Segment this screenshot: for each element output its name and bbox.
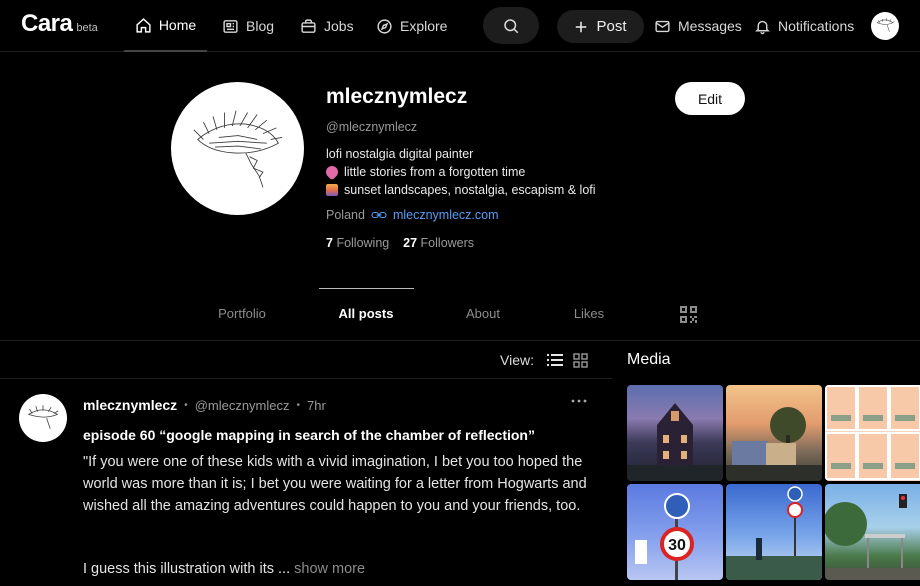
profile-stats: 7 Following 27 Followers xyxy=(326,236,474,250)
profile-location-row: Poland mlecznymlecz.com xyxy=(326,208,499,222)
svg-text:30: 30 xyxy=(668,537,686,554)
post-author-handle[interactable]: @mlecznymlecz xyxy=(195,398,290,413)
grid-view-button[interactable] xyxy=(573,353,588,373)
search-button[interactable] xyxy=(483,7,539,44)
nav-jobs-label: Jobs xyxy=(324,18,354,34)
nav-notifications[interactable]: Notifications xyxy=(754,0,854,52)
nav-notifications-label: Notifications xyxy=(778,18,855,34)
media-heading: Media xyxy=(627,351,671,368)
qr-code-icon xyxy=(679,306,697,323)
bio-line-1: lofi nostalgia digital painter xyxy=(326,147,473,161)
media-thumbnail[interactable] xyxy=(726,484,822,580)
nav-home[interactable]: Home xyxy=(124,0,207,52)
following-count: 7 xyxy=(326,236,333,250)
user-avatar[interactable] xyxy=(871,12,899,40)
post-button-label: Post xyxy=(596,18,627,35)
victorian-house-thumbnail xyxy=(627,403,723,481)
nav-blog[interactable]: Blog xyxy=(222,0,274,52)
post-time: 7hr xyxy=(307,397,326,413)
following-label: Following xyxy=(336,236,390,250)
tab-portfolio[interactable]: Portfolio xyxy=(208,296,276,340)
separator-dot: • xyxy=(184,399,188,411)
sunset-emoji-icon xyxy=(326,184,338,196)
post-author-name[interactable]: mlecznymlecz xyxy=(83,397,177,413)
profile-website-link[interactable]: mlecznymlecz.com xyxy=(371,208,499,222)
bio-line-3: sunset landscapes, nostalgia, escapism &… xyxy=(326,183,596,197)
list-view-button[interactable] xyxy=(547,353,563,372)
view-label: View: xyxy=(500,352,534,368)
logo-text: Cara xyxy=(21,10,73,37)
sunset-street-thumbnail xyxy=(726,407,822,481)
media-thumbnail[interactable] xyxy=(627,385,723,481)
nav-home-label: Home xyxy=(158,17,197,33)
nav-explore[interactable]: Explore xyxy=(376,0,447,52)
bio-text-1: lofi nostalgia digital painter xyxy=(326,147,474,161)
bio-line-2: little stories from a forgotten time xyxy=(323,163,526,181)
nav-messages[interactable]: Messages xyxy=(654,0,742,52)
post-title[interactable]: episode 60 “google mapping in search of … xyxy=(83,427,535,443)
nav-blog-label: Blog xyxy=(246,18,275,34)
top-navigation: Cara beta Home Blog Jobs Explore Post Me… xyxy=(0,0,920,52)
followers-label: Followers xyxy=(420,236,475,250)
followers-count: 27 xyxy=(403,236,418,250)
home-icon xyxy=(136,17,151,33)
bell-icon xyxy=(755,20,770,34)
bio-text-3: sunset landscapes, nostalgia, escapism &… xyxy=(344,183,596,197)
search-icon xyxy=(504,18,519,33)
beta-badge: beta xyxy=(76,22,98,34)
profile-name: mlecznymlecz xyxy=(326,85,468,108)
media-thumbnail[interactable] xyxy=(825,484,920,580)
profile-website: mlecznymlecz.com xyxy=(392,208,499,222)
post-author-avatar[interactable] xyxy=(19,394,67,442)
grid-icon xyxy=(573,353,588,368)
countryside-bus-stop-thumbnail xyxy=(825,494,920,580)
active-tab-indicator xyxy=(319,288,414,289)
plus-icon xyxy=(576,21,587,32)
view-toggle-bar: View: xyxy=(0,341,612,379)
briefcase-icon xyxy=(301,18,316,33)
profile-handle: @mlecznymlecz xyxy=(326,120,418,134)
edit-profile-button[interactable]: Edit xyxy=(675,82,745,115)
compass-icon xyxy=(377,18,392,34)
media-thumbnail[interactable] xyxy=(825,385,920,481)
tab-likes[interactable]: Likes xyxy=(566,296,612,340)
profile-location: Poland xyxy=(326,208,365,222)
link-icon xyxy=(371,211,387,219)
show-more-link[interactable]: show more xyxy=(294,561,365,577)
media-thumbnail[interactable] xyxy=(726,385,822,481)
post-body-continued: I guess this illustration with its ... s… xyxy=(83,561,365,577)
bio-text-2: little stories from a forgotten time xyxy=(344,165,526,179)
media-thumbnail[interactable]: 30 xyxy=(627,484,723,580)
dandelion-avatar-icon xyxy=(876,18,895,32)
tab-about[interactable]: About xyxy=(455,296,511,340)
envelope-icon xyxy=(655,20,670,32)
following-link[interactable]: 7 Following xyxy=(326,236,389,250)
nav-messages-label: Messages xyxy=(678,18,742,34)
bus-stop-thumbnail xyxy=(726,486,822,580)
dandelion-avatar-icon xyxy=(27,405,59,429)
heart-emoji-icon xyxy=(323,163,341,181)
newspaper-icon xyxy=(223,19,238,33)
new-post-button[interactable]: Post xyxy=(557,10,644,43)
list-icon xyxy=(547,354,563,366)
comic-panels-thumbnail xyxy=(825,385,920,480)
nav-jobs[interactable]: Jobs xyxy=(300,0,354,52)
post-body: "If you were one of these kids with a vi… xyxy=(83,454,587,514)
nav-explore-label: Explore xyxy=(400,18,448,34)
tab-all-posts[interactable]: All posts xyxy=(330,296,402,340)
profile-avatar xyxy=(171,82,304,215)
separator-dot: • xyxy=(296,399,301,411)
followers-link[interactable]: 27 Followers xyxy=(403,236,474,250)
post-options-button[interactable] xyxy=(571,393,587,414)
more-horizontal-icon xyxy=(571,399,587,403)
road-signs-thumbnail: 30 xyxy=(635,493,694,580)
post-body-excerpt: I guess this illustration with its ... xyxy=(83,561,291,577)
tab-qr-code[interactable] xyxy=(677,296,699,340)
cara-logo[interactable]: Cara beta xyxy=(21,10,98,38)
dandelion-illustration xyxy=(193,109,282,188)
post-header: mlecznymlecz • @mlecznymlecz • 7hr xyxy=(83,397,326,413)
